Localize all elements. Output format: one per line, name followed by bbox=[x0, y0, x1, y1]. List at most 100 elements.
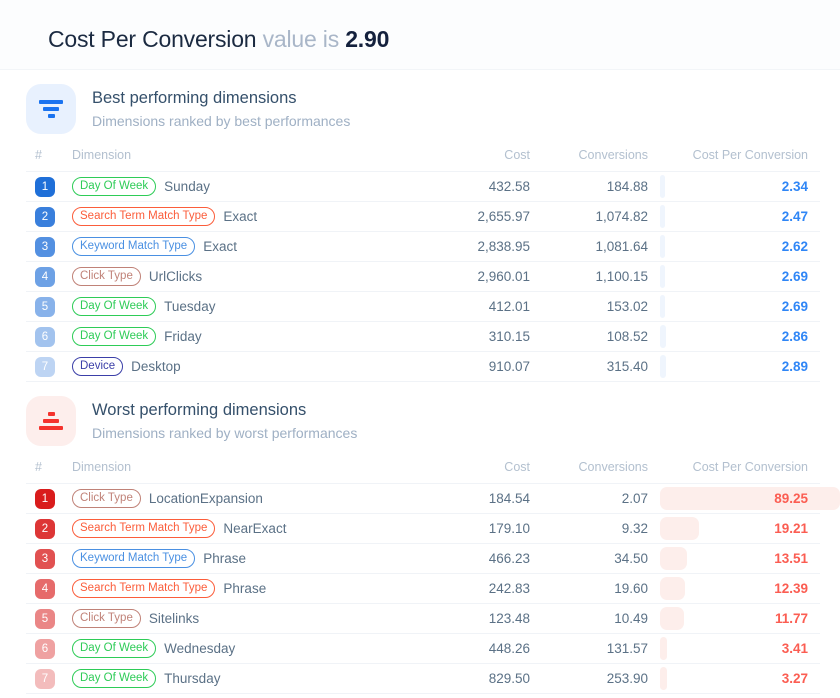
dimension-chip[interactable]: Device bbox=[72, 357, 124, 376]
dimension-value: UrlClicks bbox=[148, 269, 203, 284]
table-best: # Dimension Cost Conversions Cost Per Conver… bbox=[26, 144, 820, 382]
dimension-cell: Keyword Match Type Phrase bbox=[60, 544, 416, 574]
cost-cell: 829.50 bbox=[488, 671, 530, 686]
dimension-chip[interactable]: Search Term Match Type bbox=[72, 207, 216, 226]
rank-badge: 7 bbox=[35, 356, 55, 377]
table-row[interactable]: 5 Day Of Week Tuesday 412.01 153.02 2.69 bbox=[26, 291, 820, 322]
dimension-chip[interactable]: Day Of Week bbox=[72, 639, 157, 658]
table-row[interactable]: 7 Device Desktop 910.07 315.40 2.89 bbox=[26, 351, 820, 382]
cost-per-conversion-value: 3.41 bbox=[781, 641, 808, 656]
column-header-rank[interactable]: # bbox=[26, 144, 60, 172]
table-row[interactable]: 3 Keyword Match Type Exact 2,838.95 1,081.64… bbox=[26, 231, 820, 262]
dimension-value: Thursday bbox=[164, 671, 221, 686]
conversions-cell: 253.90 bbox=[606, 671, 648, 686]
column-header-cost[interactable]: Cost bbox=[416, 456, 542, 484]
dimension-cell: Search Term Match Type Exact bbox=[60, 202, 416, 232]
cost-per-conversion-cell: 3.27 bbox=[660, 664, 820, 694]
dimension-cell: Day Of Week Friday bbox=[60, 322, 416, 352]
page-title: Cost Per Conversion value is 2.90 bbox=[48, 26, 840, 53]
cost-cell: 2,655.97 bbox=[477, 209, 530, 224]
dimension-cell: Keyword Match Type Exact bbox=[60, 232, 416, 262]
table-row[interactable]: 3 Keyword Match Type Phrase 466.23 34.50 13.5… bbox=[26, 543, 820, 574]
dimension-chip[interactable]: Keyword Match Type bbox=[72, 237, 196, 256]
rank-cell: 5 bbox=[26, 604, 60, 634]
column-header-cost-per-conversion[interactable]: Cost Per Conversion bbox=[660, 456, 820, 484]
rank-badge: 7 bbox=[35, 668, 55, 689]
value-bar bbox=[660, 637, 667, 660]
rank-cell: 6 bbox=[26, 322, 60, 352]
column-header-cost-per-conversion[interactable]: Cost Per Conversion bbox=[660, 144, 820, 172]
cost-per-conversion-value: 13.51 bbox=[774, 551, 808, 566]
cost-per-conversion-cell: 3.41 bbox=[660, 634, 820, 664]
table-row[interactable]: 5 Click Type Sitelinks 123.48 10.49 11.77 bbox=[26, 603, 820, 634]
cost-per-conversion-cell: 19.21 bbox=[660, 514, 820, 544]
table-row[interactable]: 4 Search Term Match Type Phrase 242.83 19.60… bbox=[26, 573, 820, 604]
value-bar bbox=[660, 487, 840, 510]
rank-badge: 1 bbox=[35, 488, 55, 509]
column-header-dimension[interactable]: Dimension bbox=[60, 456, 416, 484]
section-text-worst: Worst performing dimensions Dimensions ra… bbox=[92, 399, 357, 444]
dimension-chip[interactable]: Click Type bbox=[72, 609, 141, 628]
conversions-cell: 34.50 bbox=[614, 551, 648, 566]
table-row[interactable]: 4 Click Type UrlClicks 2,960.01 1,100.15 2.69 bbox=[26, 261, 820, 292]
dimension-value: Exact bbox=[203, 239, 237, 254]
table-row[interactable]: 2 Search Term Match Type NearExact 179.10 9.… bbox=[26, 513, 820, 544]
value-bar bbox=[660, 547, 688, 570]
rank-badge: 3 bbox=[35, 548, 55, 569]
conversions-cell: 10.49 bbox=[614, 611, 648, 626]
cost-per-conversion-value: 2.89 bbox=[781, 359, 808, 374]
cost-per-conversion-value: 2.69 bbox=[781, 269, 808, 284]
dimension-chip[interactable]: Keyword Match Type bbox=[72, 549, 196, 568]
dimension-value: Exact bbox=[223, 209, 258, 224]
dimension-chip[interactable]: Click Type bbox=[72, 267, 141, 286]
column-header-conversions[interactable]: Conversions bbox=[542, 144, 660, 172]
table-row[interactable]: 7 Day Of Week Thursday 829.50 253.90 3.27 bbox=[26, 663, 820, 694]
cost-per-conversion-cell: 2.47 bbox=[660, 202, 820, 232]
dimension-cell: Click Type UrlClicks bbox=[60, 262, 416, 292]
table-header-row: # Dimension Cost Conversions Cost Per Conver… bbox=[26, 456, 820, 484]
conversions-cell: 2.07 bbox=[621, 491, 648, 506]
table-row[interactable]: 1 Day Of Week Sunday 432.58 184.88 2.34 bbox=[26, 171, 820, 202]
cost-per-conversion-value: 89.25 bbox=[774, 491, 808, 506]
value-bar bbox=[660, 667, 667, 690]
table-row[interactable]: 6 Day Of Week Friday 310.15 108.52 2.86 bbox=[26, 321, 820, 352]
dimension-chip[interactable]: Search Term Match Type bbox=[72, 519, 216, 538]
report-page: Cost Per Conversion value is 2.90 Best p… bbox=[0, 0, 840, 698]
value-bar bbox=[660, 295, 666, 318]
dimension-chip[interactable]: Day Of Week bbox=[72, 177, 157, 196]
value-bar bbox=[660, 235, 666, 258]
cost-cell: 123.48 bbox=[488, 611, 530, 626]
section-title-worst: Worst performing dimensions bbox=[92, 400, 307, 419]
cost-cell: 2,960.01 bbox=[477, 269, 530, 284]
table-row[interactable]: 2 Search Term Match Type Exact 2,655.97 1,07… bbox=[26, 201, 820, 232]
cost-per-conversion-value: 3.27 bbox=[781, 671, 808, 686]
dimension-chip[interactable]: Click Type bbox=[72, 489, 141, 508]
dimension-chip[interactable]: Search Term Match Type bbox=[72, 579, 216, 598]
table-row[interactable]: 6 Day Of Week Wednesday 448.26 131.57 3.41 bbox=[26, 633, 820, 664]
value-bar bbox=[660, 265, 666, 288]
dimension-chip[interactable]: Day Of Week bbox=[72, 297, 157, 316]
column-header-rank[interactable]: # bbox=[26, 456, 60, 484]
rank-badge: 1 bbox=[35, 176, 55, 197]
cost-cell: 432.58 bbox=[488, 179, 530, 194]
conversions-cell: 1,081.64 bbox=[595, 239, 648, 254]
filter-descending-icon bbox=[26, 84, 76, 134]
page-title-bar: Cost Per Conversion value is 2.90 bbox=[0, 0, 840, 70]
dimension-chip[interactable]: Day Of Week bbox=[72, 669, 157, 688]
rank-cell: 3 bbox=[26, 544, 60, 574]
dimension-cell: Day Of Week Thursday bbox=[60, 664, 416, 694]
cost-per-conversion-cell: 2.86 bbox=[660, 322, 820, 352]
table-row[interactable]: 1 Click Type LocationExpansion 184.54 2.07 89… bbox=[26, 483, 840, 514]
column-header-conversions[interactable]: Conversions bbox=[542, 456, 660, 484]
rank-badge: 4 bbox=[35, 266, 55, 287]
cost-per-conversion-cell: 2.34 bbox=[660, 172, 820, 202]
cost-per-conversion-cell: 2.89 bbox=[660, 352, 820, 382]
cost-per-conversion-cell: 11.77 bbox=[660, 604, 820, 634]
dimension-chip[interactable]: Day Of Week bbox=[72, 327, 157, 346]
rank-cell: 4 bbox=[26, 574, 60, 604]
column-header-dimension[interactable]: Dimension bbox=[60, 144, 416, 172]
rank-cell: 5 bbox=[26, 292, 60, 322]
table-worst: # Dimension Cost Conversions Cost Per Conver… bbox=[26, 456, 840, 694]
column-header-cost[interactable]: Cost bbox=[416, 144, 542, 172]
rank-badge: 5 bbox=[35, 608, 55, 629]
